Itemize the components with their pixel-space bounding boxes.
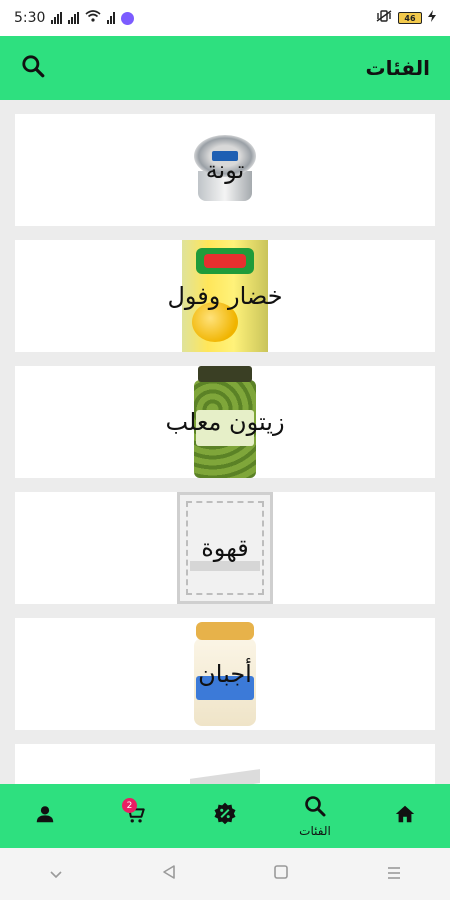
category-label: أجبان — [198, 660, 252, 688]
menu-lines-icon — [386, 865, 402, 884]
wifi-icon — [85, 10, 101, 26]
chevron-down-icon — [49, 865, 63, 884]
status-right: 46 — [376, 10, 436, 26]
data-signal-icon — [107, 12, 116, 24]
nav-categories-label: الفئات — [299, 824, 331, 838]
category-card-cheese[interactable]: أجبان — [15, 618, 435, 730]
back-triangle-icon — [161, 864, 177, 884]
category-card-partial[interactable] — [15, 744, 435, 784]
battery-icon: 46 — [398, 12, 422, 24]
category-label: تونة — [205, 156, 245, 184]
category-label: قهوة — [201, 534, 249, 562]
status-bar: 5:30 46 — [0, 0, 450, 36]
home-square-icon — [273, 864, 289, 884]
search-icon — [303, 794, 327, 822]
nav-home[interactable] — [370, 784, 440, 848]
bottom-nav: 2 الفئات — [0, 784, 450, 848]
nav-categories[interactable]: الفئات — [280, 784, 350, 848]
status-time: 5:30 — [14, 10, 46, 26]
nav-cart[interactable]: 2 — [100, 784, 170, 848]
category-card-tuna[interactable]: تونة — [15, 114, 435, 226]
category-card-olives[interactable]: زيتون معلب — [15, 366, 435, 478]
system-back-button[interactable] — [139, 854, 199, 894]
system-home-button[interactable] — [251, 854, 311, 894]
system-collapse-button[interactable] — [26, 854, 86, 894]
charging-icon — [428, 10, 436, 26]
vibrate-icon — [376, 10, 392, 26]
category-card-vegetables[interactable]: خضار وفول — [15, 240, 435, 352]
nav-profile[interactable] — [10, 784, 80, 848]
app-bar: الفئات — [0, 36, 450, 100]
category-card-coffee[interactable]: قهوة — [15, 492, 435, 604]
system-nav-bar — [0, 848, 450, 900]
person-icon — [34, 803, 56, 829]
cart-count-badge: 2 — [122, 798, 137, 813]
category-list: تونة خضار وفول زيتون معلب قهوة أجبان — [0, 100, 450, 784]
system-menu-button[interactable] — [364, 854, 424, 894]
discount-badge-icon — [212, 801, 238, 831]
nav-offers[interactable] — [190, 784, 260, 848]
search-icon[interactable] — [20, 53, 46, 83]
app-notification-icon — [121, 11, 135, 25]
page-title: الفئات — [365, 56, 430, 80]
status-left: 5:30 — [14, 10, 135, 26]
home-icon — [393, 803, 417, 829]
category-label: زيتون معلب — [165, 408, 285, 436]
category-label: خضار وفول — [167, 282, 283, 310]
signal-icon-2 — [68, 12, 80, 24]
partial-item-image — [190, 744, 260, 784]
signal-icon — [51, 12, 63, 24]
